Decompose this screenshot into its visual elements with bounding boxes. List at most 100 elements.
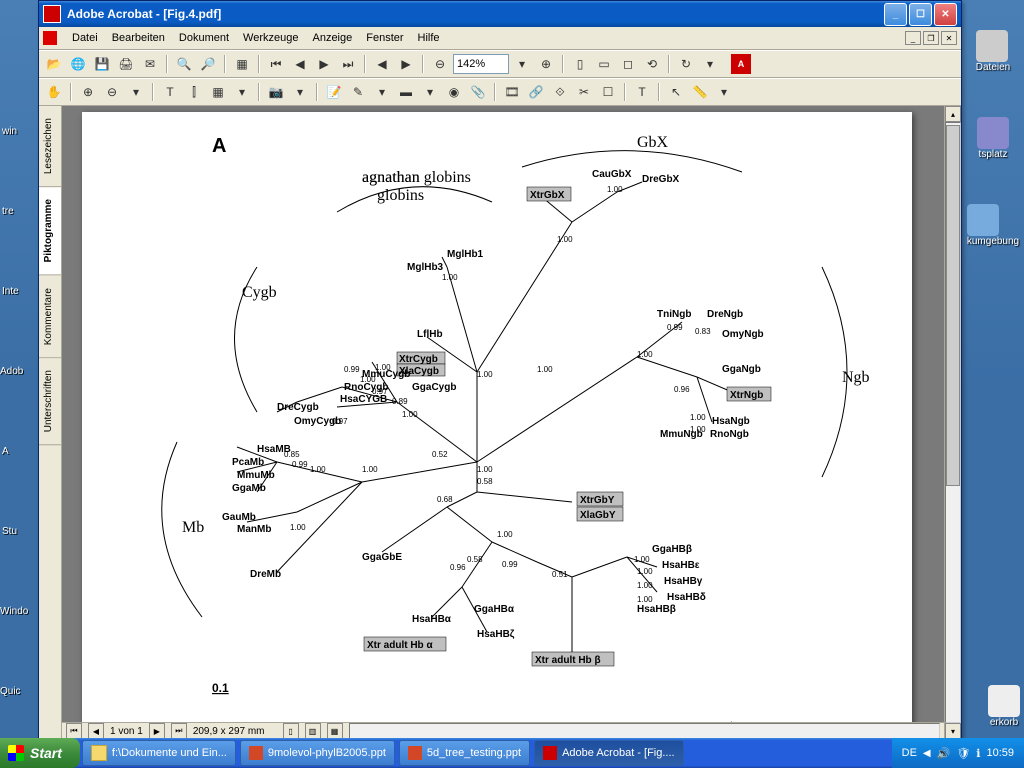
mail-icon[interactable]: ✉ — [139, 53, 161, 75]
mdi-close-button[interactable]: ✕ — [941, 31, 957, 45]
zoom-dropdown-icon[interactable]: ▾ — [511, 53, 533, 75]
menu-dokument[interactable]: Dokument — [172, 30, 236, 46]
back-icon[interactable]: ◀ — [371, 53, 393, 75]
menu-fenster[interactable]: Fenster — [359, 30, 410, 46]
highlight-dropdown-icon[interactable]: ▾ — [419, 81, 441, 103]
system-tray[interactable]: DE ◀ 🔊 🛡 ℹ 10:59 — [892, 738, 1024, 768]
hand-icon[interactable]: ✋ — [43, 81, 65, 103]
print-icon[interactable]: 🖨 — [115, 53, 137, 75]
forward-icon[interactable]: ▶ — [395, 53, 417, 75]
form-icon[interactable]: ☐ — [597, 81, 619, 103]
fit-width-icon[interactable]: ◻ — [617, 53, 639, 75]
tab-kommentare[interactable]: Kommentare — [39, 276, 61, 358]
rotate-icon[interactable]: ↻ — [675, 53, 697, 75]
tab-piktogramme[interactable]: Piktogramme — [39, 187, 61, 275]
vscrollbar[interactable]: ▴ ▾ — [944, 106, 961, 739]
snapshot-dropdown-icon[interactable]: ▾ — [289, 81, 311, 103]
fit-page-icon[interactable]: ▭ — [593, 53, 615, 75]
layout-facing-icon[interactable]: ▦ — [327, 723, 343, 739]
movie-icon[interactable]: 🎞 — [501, 81, 523, 103]
web-icon[interactable]: 🌐 — [67, 53, 89, 75]
scroll-down-icon[interactable]: ▾ — [945, 723, 961, 739]
maximize-button[interactable]: ☐ — [909, 3, 932, 26]
find-icon[interactable]: 🔎 — [197, 53, 219, 75]
tray-icon[interactable]: ℹ — [976, 747, 980, 760]
zoom-field[interactable]: 142% — [453, 54, 509, 74]
attach-icon[interactable]: 📎 — [467, 81, 489, 103]
stamp-icon[interactable]: ◉ — [443, 81, 465, 103]
pdf-icon — [543, 746, 557, 760]
reflow-icon[interactable]: ⟲ — [641, 53, 663, 75]
zoom-dropdown-icon[interactable]: ▾ — [125, 81, 147, 103]
menu-anzeige[interactable]: Anzeige — [305, 30, 359, 46]
text-select-icon[interactable]: T — [159, 81, 181, 103]
next-page-icon[interactable]: ▶ — [313, 53, 335, 75]
tab-unterschriften[interactable]: Unterschriften — [39, 358, 61, 445]
task-item[interactable]: 9molevol-phylB2005.ppt — [240, 740, 395, 766]
zoom-out-icon[interactable]: ⊖ — [429, 53, 451, 75]
menu-bearbeiten[interactable]: Bearbeiten — [105, 30, 172, 46]
start-button[interactable]: Start — [0, 738, 80, 768]
pencil-dropdown-icon[interactable]: ▾ — [371, 81, 393, 103]
pdf-page[interactable]: A 0.1 GbX agnathan globins agnathan glob… — [82, 112, 912, 722]
mdi-restore-button[interactable]: ❐ — [923, 31, 939, 45]
article-icon[interactable]: ⟐ — [549, 81, 571, 103]
pencil-icon[interactable]: ✎ — [347, 81, 369, 103]
zoom-out-tool-icon[interactable]: ⊖ — [101, 81, 123, 103]
titlebar[interactable]: Adobe Acrobat - [Fig.4.pdf] _ ☐ ✕ — [39, 1, 961, 27]
column-select-icon[interactable]: ⫿ — [183, 81, 205, 103]
crop-icon[interactable]: ✂ — [573, 81, 595, 103]
tray-icon[interactable]: 🛡 — [956, 747, 970, 760]
close-button[interactable]: ✕ — [934, 3, 957, 26]
table-select-icon[interactable]: ▦ — [207, 81, 229, 103]
page-last-icon[interactable]: ⏭ — [171, 723, 187, 739]
tray-expand-icon[interactable]: ◀ — [923, 748, 931, 759]
mdi-minimize-button[interactable]: _ — [905, 31, 921, 45]
scroll-up-icon[interactable]: ▴ — [945, 106, 961, 122]
language-indicator[interactable]: DE — [902, 747, 917, 759]
desktop-label: Quic — [0, 686, 21, 697]
desktop-icon[interactable] — [967, 204, 999, 236]
minimize-button[interactable]: _ — [884, 3, 907, 26]
more-icon[interactable]: ▾ — [699, 53, 721, 75]
highlight-icon[interactable]: ▬ — [395, 81, 417, 103]
arrow-icon[interactable]: ↖ — [665, 81, 687, 103]
panel-label: A — [212, 135, 226, 157]
clock[interactable]: 10:59 — [986, 747, 1014, 759]
note-icon[interactable]: 📝 — [323, 81, 345, 103]
page-first-icon[interactable]: ⏮ — [66, 723, 82, 739]
scroll-thumb[interactable] — [946, 125, 960, 486]
task-item[interactable]: 5d_tree_testing.ppt — [399, 740, 530, 766]
tools-dropdown-icon[interactable]: ▾ — [713, 81, 735, 103]
zoom-in-tool-icon[interactable]: ⊕ — [77, 81, 99, 103]
layout-single-icon[interactable]: ▯ — [283, 723, 299, 739]
save-icon[interactable]: 💾 — [91, 53, 113, 75]
menu-datei[interactable]: Datei — [65, 30, 105, 46]
select-dropdown-icon[interactable]: ▾ — [231, 81, 253, 103]
desktop-icon[interactable] — [976, 30, 1008, 62]
menu-hilfe[interactable]: Hilfe — [411, 30, 447, 46]
zoom-in-icon[interactable]: ⊕ — [535, 53, 557, 75]
last-page-icon[interactable]: ⏭ — [337, 53, 359, 75]
recycle-bin-icon[interactable] — [988, 685, 1020, 717]
measure-icon[interactable]: 📏 — [689, 81, 711, 103]
tab-lesezeichen[interactable]: Lesezeichen — [39, 106, 61, 187]
open-icon[interactable]: 📂 — [43, 53, 65, 75]
hscrollbar[interactable] — [349, 723, 940, 739]
task-item[interactable]: Adobe Acrobat - [Fig.... — [534, 740, 684, 766]
menu-werkzeuge[interactable]: Werkzeuge — [236, 30, 305, 46]
page-next-icon[interactable]: ▶ — [149, 723, 165, 739]
page-prev-icon[interactable]: ◀ — [88, 723, 104, 739]
snapshot-icon[interactable]: 📷 — [265, 81, 287, 103]
prev-page-icon[interactable]: ◀ — [289, 53, 311, 75]
desktop-icon[interactable] — [977, 117, 1009, 149]
thumbnails-icon[interactable]: ▦ — [231, 53, 253, 75]
touchup-text-icon[interactable]: T — [631, 81, 653, 103]
layout-cont-icon[interactable]: ▥ — [305, 723, 321, 739]
task-item[interactable]: f:\Dokumente und Ein... — [82, 740, 236, 766]
link-icon[interactable]: 🔗 — [525, 81, 547, 103]
actual-size-icon[interactable]: ▯ — [569, 53, 591, 75]
search-icon[interactable]: 🔍 — [173, 53, 195, 75]
tray-icon[interactable]: 🔊 — [937, 747, 951, 760]
first-page-icon[interactable]: ⏮ — [265, 53, 287, 75]
